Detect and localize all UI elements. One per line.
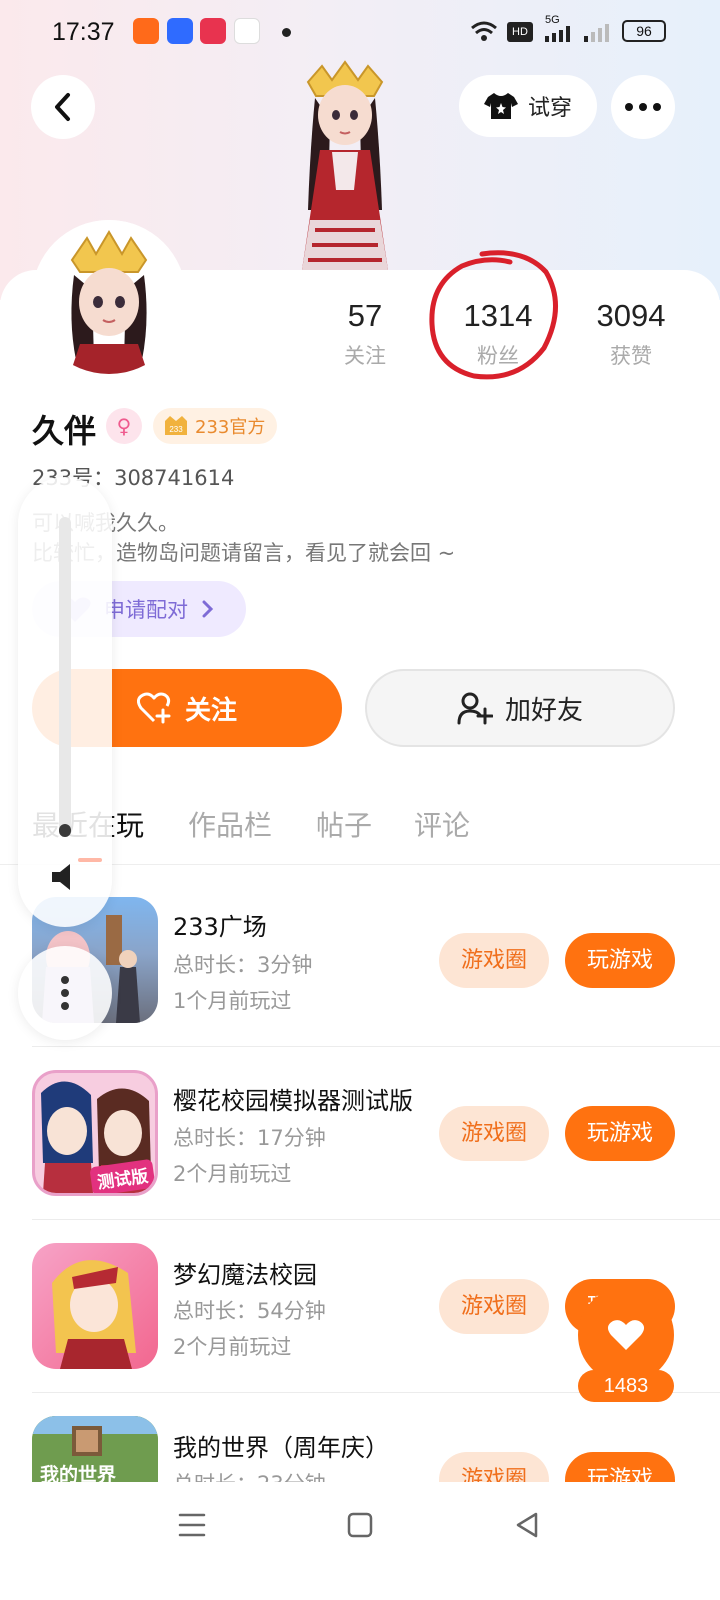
heart-plus-icon: [136, 692, 171, 724]
red-circle-annotation: [429, 250, 558, 380]
play-game-button[interactable]: 玩游戏: [565, 1106, 675, 1161]
official-badge-label: 233官方: [195, 417, 266, 438]
heart-icon: [607, 1320, 645, 1350]
profile-name: 久伴: [32, 412, 97, 450]
game-icon-magic-school[interactable]: [32, 1243, 158, 1369]
add-friend-label: 加好友: [504, 695, 583, 726]
game-art-magic-school: [52, 1260, 136, 1369]
game-circle-button[interactable]: 游戏圈: [439, 933, 549, 988]
network-type-label: 5G: [545, 14, 560, 26]
stat-likes-label: 获赞: [610, 344, 652, 368]
game-icon-minecraft[interactable]: 我的世界: [32, 1416, 158, 1482]
more-dots-icon: [625, 103, 661, 111]
minecraft-logo-text: 我的世界: [40, 1464, 117, 1482]
list-divider: [32, 1219, 720, 1220]
signal-weak-icon: [584, 24, 609, 42]
signal-icon: [545, 26, 570, 42]
game-title[interactable]: 233广场: [173, 907, 431, 942]
crown-233-text: 233: [169, 425, 183, 434]
vertical-dots-icon: [61, 976, 69, 1010]
chevron-right-icon: [202, 600, 214, 618]
volume-track[interactable]: [59, 517, 71, 837]
video-app-icon: [133, 18, 159, 44]
game-last-played: 2个月前玩过: [173, 1162, 292, 1186]
status-time: 17:37: [52, 18, 115, 46]
game-circle-button[interactable]: 游戏圈: [439, 1106, 549, 1161]
game-duration: 总时长：23分钟: [173, 1468, 326, 1482]
wifi-icon: [471, 21, 497, 41]
paw-app-icon: [167, 18, 193, 44]
more-options-button[interactable]: [611, 75, 675, 139]
stat-following[interactable]: 57 关注: [305, 298, 425, 370]
home-icon[interactable]: [347, 1512, 373, 1538]
try-on-button[interactable]: 试穿: [459, 75, 597, 137]
female-icon: ♀: [106, 408, 142, 444]
follow-label: 关注: [184, 695, 237, 726]
system-nav-bar: [0, 1482, 720, 1600]
like-button[interactable]: [578, 1287, 674, 1383]
play-game-button[interactable]: 玩游戏: [565, 933, 675, 988]
map-app-icon: [234, 18, 260, 44]
game-title[interactable]: 我的世界（周年庆）: [173, 1428, 431, 1463]
back-button[interactable]: [31, 75, 95, 139]
like-count: 1483: [578, 1370, 674, 1402]
notification-dot-icon: [282, 28, 291, 37]
play-game-button[interactable]: 玩游戏: [565, 1452, 675, 1492]
play-app-icon: [200, 18, 226, 44]
volume-slider[interactable]: [18, 477, 112, 927]
volume-mode-indicator: [78, 858, 102, 862]
status-bar: 17:37 HD 5G 96: [0, 0, 720, 64]
stat-following-label: 关注: [344, 344, 386, 368]
add-user-icon: [457, 692, 493, 725]
avatar-image: [32, 220, 186, 374]
game-duration: 总时长：17分钟: [173, 1126, 326, 1150]
avatar[interactable]: [32, 220, 186, 374]
game-last-played: 2个月前玩过: [173, 1335, 292, 1359]
stat-likes[interactable]: 3094 获赞: [571, 298, 691, 370]
tshirt-icon: [483, 93, 518, 119]
stat-likes-value: 3094: [596, 298, 666, 333]
stat-following-value: 57: [347, 298, 383, 333]
game-title[interactable]: 樱花校园模拟器测试版: [173, 1081, 431, 1116]
game-duration: 总时长：3分钟: [173, 953, 313, 977]
battery-icon: 96: [622, 20, 666, 42]
game-duration: 总时长：54分钟: [173, 1299, 326, 1323]
crown-233-icon: 233: [165, 416, 187, 435]
tab-posts[interactable]: 帖子: [316, 804, 372, 844]
pair-request-label: 申请配对: [104, 598, 188, 622]
game-title[interactable]: 梦幻魔法校园: [173, 1255, 431, 1290]
game-last-played: 1个月前玩过: [173, 989, 292, 1013]
character-figure: [302, 60, 388, 270]
add-friend-button[interactable]: 加好友: [365, 669, 675, 747]
game-circle-button[interactable]: 游戏圈: [439, 1279, 549, 1334]
official-badge: 233 233官方: [153, 408, 278, 444]
back-arrow-icon: [55, 93, 70, 121]
tab-works[interactable]: 作品栏: [188, 804, 272, 844]
menu-icon[interactable]: [178, 1512, 206, 1538]
game-icon-sakura-school[interactable]: 测试版: [32, 1070, 158, 1196]
game-circle-button[interactable]: 游戏圈: [439, 1452, 549, 1492]
hd-icon: HD: [507, 22, 533, 42]
back-nav-icon[interactable]: [514, 1511, 540, 1539]
try-on-label: 试穿: [527, 96, 572, 121]
volume-level: [59, 824, 71, 837]
tab-comments[interactable]: 评论: [414, 804, 470, 844]
floating-menu-button[interactable]: [18, 946, 112, 1040]
list-divider: [32, 1046, 720, 1047]
speaker-muted-icon[interactable]: [48, 860, 82, 894]
